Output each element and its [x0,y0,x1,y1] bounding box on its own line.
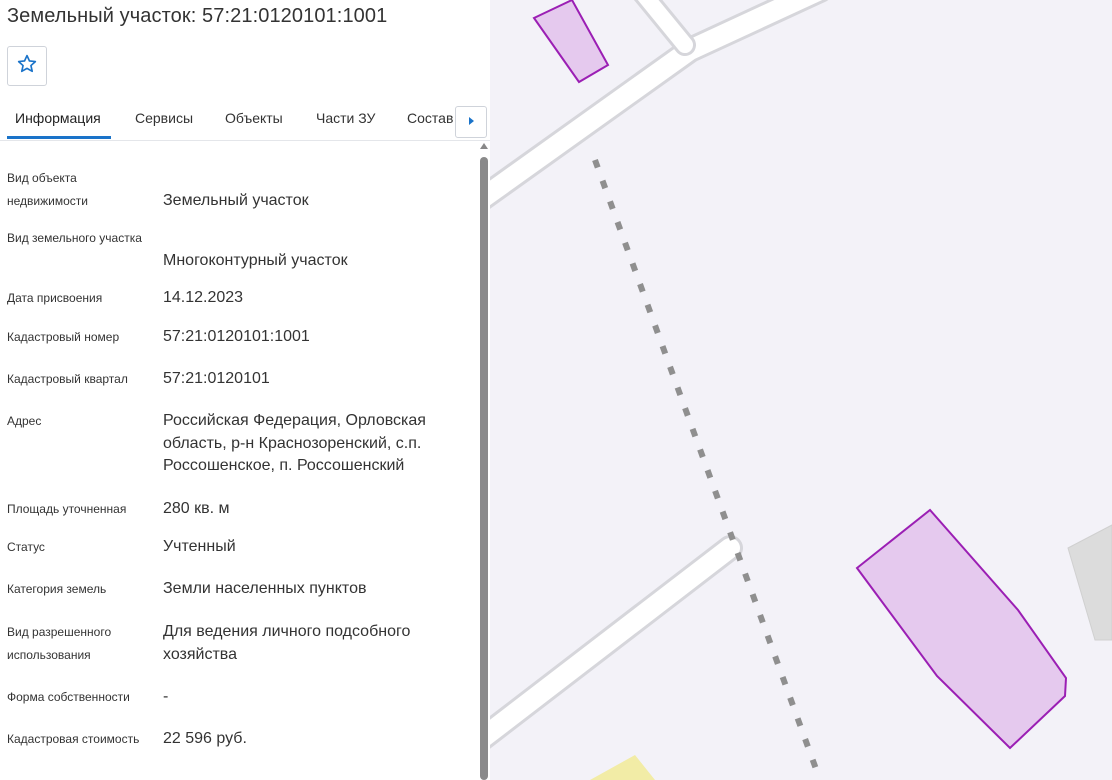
tab-information[interactable]: Информация [15,110,101,126]
info-label: Площадь уточненная [7,502,127,516]
info-label: Статус [7,540,45,554]
land-parcel-contour-1[interactable] [532,0,610,84]
land-parcel-contour-2[interactable] [855,508,1068,750]
page-title: Земельный участок: 57:21:0120101:1001 [7,5,388,27]
scroll-up-arrow[interactable] [480,143,488,149]
info-value: 57:21:0120101 [163,370,270,387]
tab-bar: Информация Сервисы Объекты Части ЗУ Сост… [0,98,490,141]
building-shape [1067,524,1112,641]
info-value: 280 кв. м [163,500,230,517]
tab-composition[interactable]: Состав [407,110,453,126]
road-main [490,0,829,209]
info-panel: Земельный участок: 57:21:0120101:1001 Ин… [0,0,490,780]
star-icon [16,53,38,80]
info-value: Земли населенных пунктов [163,580,367,597]
info-value: 57:21:0120101:1001 [163,328,310,345]
railway-line [592,158,823,780]
tab-parts[interactable]: Части ЗУ [316,110,375,126]
map-view[interactable] [490,0,1112,780]
info-value: 22 596 руб. [163,730,247,747]
scrollbar-thumb[interactable] [480,157,488,780]
favorite-button[interactable] [7,46,47,86]
road-lower [490,535,743,749]
app-window: Земельный участок: 57:21:0120101:1001 Ин… [0,0,1112,780]
info-value: Многоконтурный участок [163,252,348,269]
tabs-scroll-right-button[interactable] [455,106,487,138]
info-label: Вид земельного участка [7,231,142,245]
info-label: Вид разрешенного использования [7,625,112,662]
info-value: Земельный участок [163,192,309,209]
tab-services[interactable]: Сервисы [135,110,193,126]
yellow-area [590,755,655,780]
info-label: Кадастровый номер [7,330,120,344]
info-value: - [163,688,169,705]
info-list: Вид объекта недвижимости Земельный участ… [0,141,478,780]
info-value: Российская Федерация, Орловская область,… [163,412,426,474]
map-canvas[interactable] [490,0,1112,780]
tab-objects[interactable]: Объекты [225,110,283,126]
info-label: Дата присвоения [7,291,103,305]
info-label: Категория земель [7,582,107,596]
info-label: Форма собственности [7,690,130,704]
info-label: Кадастровая стоимость [7,732,140,746]
info-label: Кадастровый квартал [7,372,128,386]
info-value: 14.12.2023 [163,289,244,306]
caret-right-icon [466,113,476,131]
active-tab-indicator [7,136,111,139]
info-label: Вид объекта недвижимости [7,171,88,208]
info-value: Учтенный [163,538,236,555]
info-label: Адрес [7,414,42,428]
road-branch-top [633,0,696,56]
info-value: Для ведения личного подсобного хозяйства [163,623,411,663]
